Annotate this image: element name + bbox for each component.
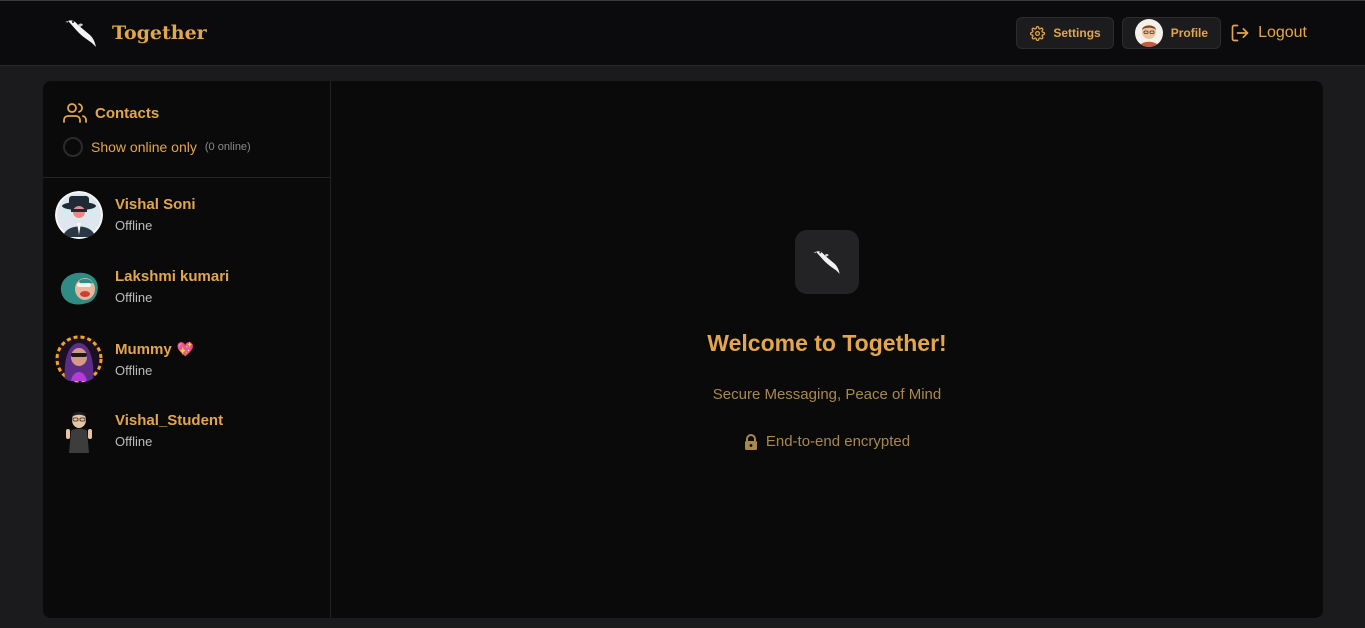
contact-list: Vishal Soni Offline Lakshmi kumari Offli… — [43, 191, 331, 479]
contact-status: Offline — [115, 363, 153, 378]
bitmoji-student-avatar — [55, 407, 103, 455]
top-navbar: Together Settings Profile Logout — [0, 0, 1365, 66]
chat-panel: Contacts Show online only (0 online) Vis… — [43, 81, 1323, 618]
contact-item[interactable]: Vishal Soni Offline — [43, 191, 331, 263]
contacts-header: Contacts Show online only (0 online) — [43, 81, 330, 178]
contacts-sidebar: Contacts Show online only (0 online) Vis… — [43, 81, 331, 618]
user-avatar — [1134, 19, 1163, 47]
profile-label: Profile — [1170, 26, 1209, 40]
header-actions: Settings Profile Logout — [1016, 17, 1307, 49]
encrypted-label: End-to-end encrypted — [765, 433, 911, 450]
contact-status: Offline — [115, 434, 153, 449]
welcome-logo — [795, 230, 859, 294]
contact-status: Offline — [115, 218, 153, 233]
contact-name: Lakshmi kumari — [115, 268, 230, 285]
bird-logo-icon — [813, 251, 840, 274]
contact-item[interactable]: Lakshmi kumari Offline — [43, 263, 331, 335]
neon-girl-avatar — [55, 335, 103, 383]
welcome-title: Welcome to Together! — [707, 330, 947, 356]
hat-spy-avatar — [55, 191, 103, 239]
teal-hair-avatar — [55, 263, 103, 311]
contacts-title-label: Contacts — [95, 104, 160, 122]
app-name: Together — [112, 22, 207, 44]
contact-name: Vishal_Student — [115, 412, 224, 429]
profile-button[interactable]: Profile — [1121, 17, 1222, 49]
tagline: Secure Messaging, Peace of Mind — [712, 386, 942, 403]
welcome-area: Welcome to Together! Secure Messaging, P… — [331, 81, 1323, 618]
settings-label: Settings — [1053, 26, 1101, 40]
logout-label: Logout — [1258, 24, 1307, 41]
contact-name: Mummy 💖 — [115, 340, 194, 359]
brand[interactable]: Together — [64, 13, 207, 53]
online-only-toggle[interactable]: Show online only (0 online) — [63, 137, 251, 157]
online-count: (0 online) — [204, 141, 251, 153]
online-only-label: Show online only — [91, 139, 197, 155]
settings-button[interactable]: Settings — [1016, 17, 1114, 49]
contact-name: Vishal Soni — [115, 196, 196, 213]
contact-status: Offline — [115, 290, 153, 305]
gear-icon — [1030, 25, 1046, 41]
contacts-title: Contacts — [63, 101, 159, 125]
contact-name-text: Mummy — [115, 341, 172, 358]
lock-icon — [744, 433, 757, 450]
logout-icon — [1231, 24, 1249, 42]
bird-logo-icon — [65, 20, 96, 47]
encryption-notice: End-to-end encrypted — [331, 433, 1323, 450]
users-icon — [63, 103, 87, 123]
sparkling-heart-emoji: 💖 — [176, 341, 195, 357]
contact-item[interactable]: Mummy 💖 Offline — [43, 335, 331, 407]
online-only-checkbox[interactable] — [63, 137, 83, 157]
contact-item[interactable]: Vishal_Student Offline — [43, 407, 331, 479]
logout-button[interactable]: Logout — [1230, 23, 1307, 43]
